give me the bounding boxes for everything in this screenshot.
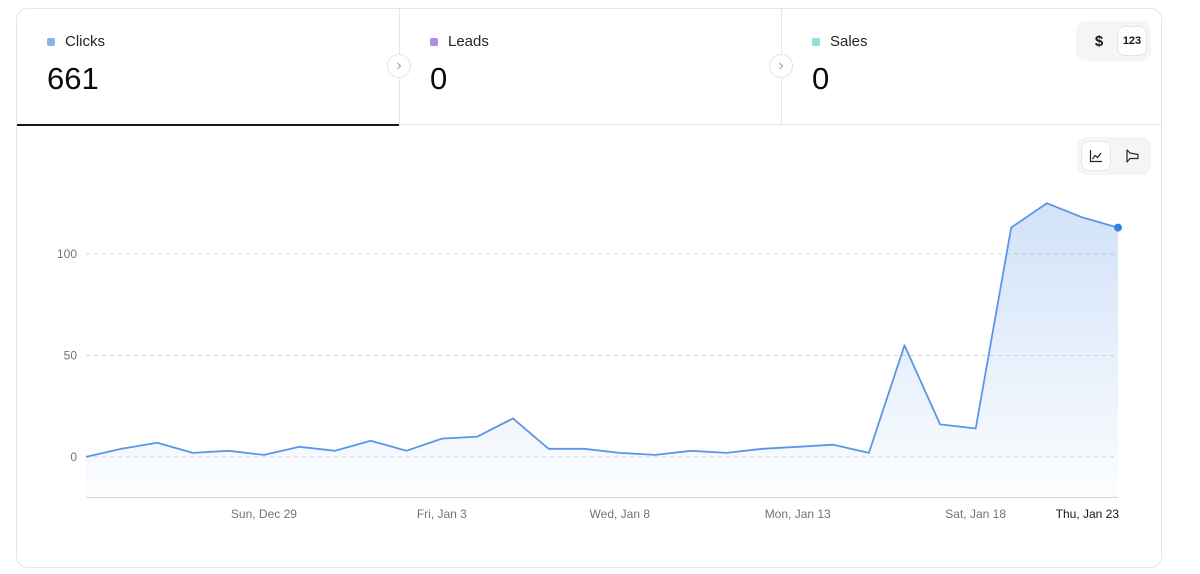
x-tick-label: Fri, Jan 3 <box>417 507 467 521</box>
x-tick-label: Wed, Jan 8 <box>590 507 651 521</box>
y-tick-label: 50 <box>64 348 78 362</box>
x-tick-label: Sun, Dec 29 <box>231 507 297 521</box>
clicks-area-fill <box>86 203 1118 498</box>
x-tick-label: Sat, Jan 18 <box>945 507 1006 521</box>
x-tick-label: Mon, Jan 13 <box>765 507 831 521</box>
y-tick-label: 100 <box>57 247 77 261</box>
data-point <box>1114 223 1122 232</box>
chevron-right-icon <box>387 54 411 78</box>
x-tick-label: Thu, Jan 23 <box>1056 507 1120 521</box>
clicks-area-chart: 0 50 100 Sun, Dec 29 Fri, Jan 3 Wed, Jan 8 Mon… <box>57 202 1122 521</box>
chevron-right-icon <box>769 54 793 78</box>
clicks-series-line <box>85 202 1119 458</box>
y-tick-label: 0 <box>70 450 77 464</box>
